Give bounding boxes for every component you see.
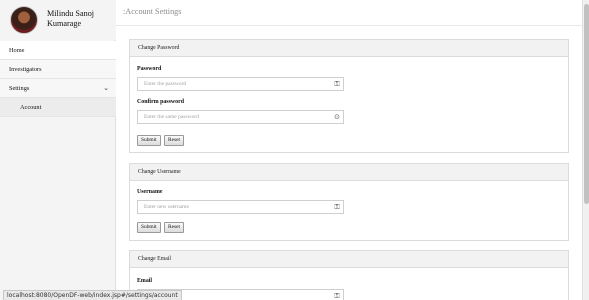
sidebar-item-account[interactable]: Account (0, 98, 116, 117)
chevron-down-icon: ⌄ (103, 84, 109, 92)
sidebar: Milindu Sanoj Kumarage Home Investigator… (0, 0, 116, 300)
sidebar-item-settings[interactable]: Settings ⌄ (0, 79, 116, 98)
panel-title: Change Email (130, 251, 568, 268)
username-reset-button[interactable]: Reset (164, 222, 184, 233)
key-icon[interactable]: ⚿ (333, 292, 341, 300)
user-profile: Milindu Sanoj Kumarage (0, 0, 116, 40)
user-name-line1: Milindu Sanoj (47, 9, 95, 18)
sidebar-item-label: Home (9, 47, 25, 54)
user-name-line2: Kumarage (47, 19, 82, 28)
sidebar-nav: Home Investigators Settings ⌄ Account (0, 41, 116, 117)
scrollbar-thumb[interactable] (584, 4, 589, 204)
confirm-password-label: Confirm password (137, 99, 184, 105)
sidebar-item-home[interactable]: Home (0, 41, 116, 60)
username-placeholder: Enter new username (144, 204, 189, 210)
username-label: Username (137, 189, 163, 195)
username-submit-button[interactable]: Submit (137, 222, 161, 233)
sidebar-item-label: Account (20, 104, 42, 111)
change-password-panel: Change Password Password Enter the passw… (129, 39, 569, 153)
vertical-scrollbar[interactable] (582, 0, 589, 300)
sidebar-item-label: Settings (9, 85, 30, 92)
change-username-panel: Change Username Username Enter new usern… (129, 163, 569, 241)
password-submit-button[interactable]: Submit (137, 135, 161, 146)
panel-title: Change Username (130, 164, 568, 181)
change-email-panel: Change Email Email ⚿ (129, 250, 569, 300)
clear-icon[interactable]: ⊙ (333, 113, 341, 121)
status-bar-url: localhost:8080/OpenDF-web/index.jsp#/set… (3, 290, 182, 300)
confirm-password-placeholder: Enter the same password (144, 114, 199, 120)
sidebar-item-label: Investigators (9, 66, 42, 73)
password-reset-button[interactable]: Reset (164, 135, 184, 146)
panel-title: Change Password (130, 40, 568, 57)
avatar[interactable] (10, 6, 38, 34)
password-placeholder: Enter the password (144, 81, 187, 87)
page-title: :Account Settings (123, 7, 182, 16)
confirm-password-field[interactable]: Enter the same password ⊙ (137, 110, 344, 124)
key-icon[interactable]: ⚿ (333, 80, 341, 88)
user-name: Milindu Sanoj Kumarage (47, 9, 115, 29)
page-header: :Account Settings (116, 0, 582, 26)
sidebar-item-investigators[interactable]: Investigators (0, 60, 116, 79)
email-label: Email (137, 278, 153, 284)
key-icon[interactable]: ⚿ (333, 203, 341, 211)
password-label: Password (137, 66, 162, 72)
username-field[interactable]: Enter new username ⚿ (137, 200, 344, 214)
password-field[interactable]: Enter the password ⚿ (137, 77, 344, 91)
